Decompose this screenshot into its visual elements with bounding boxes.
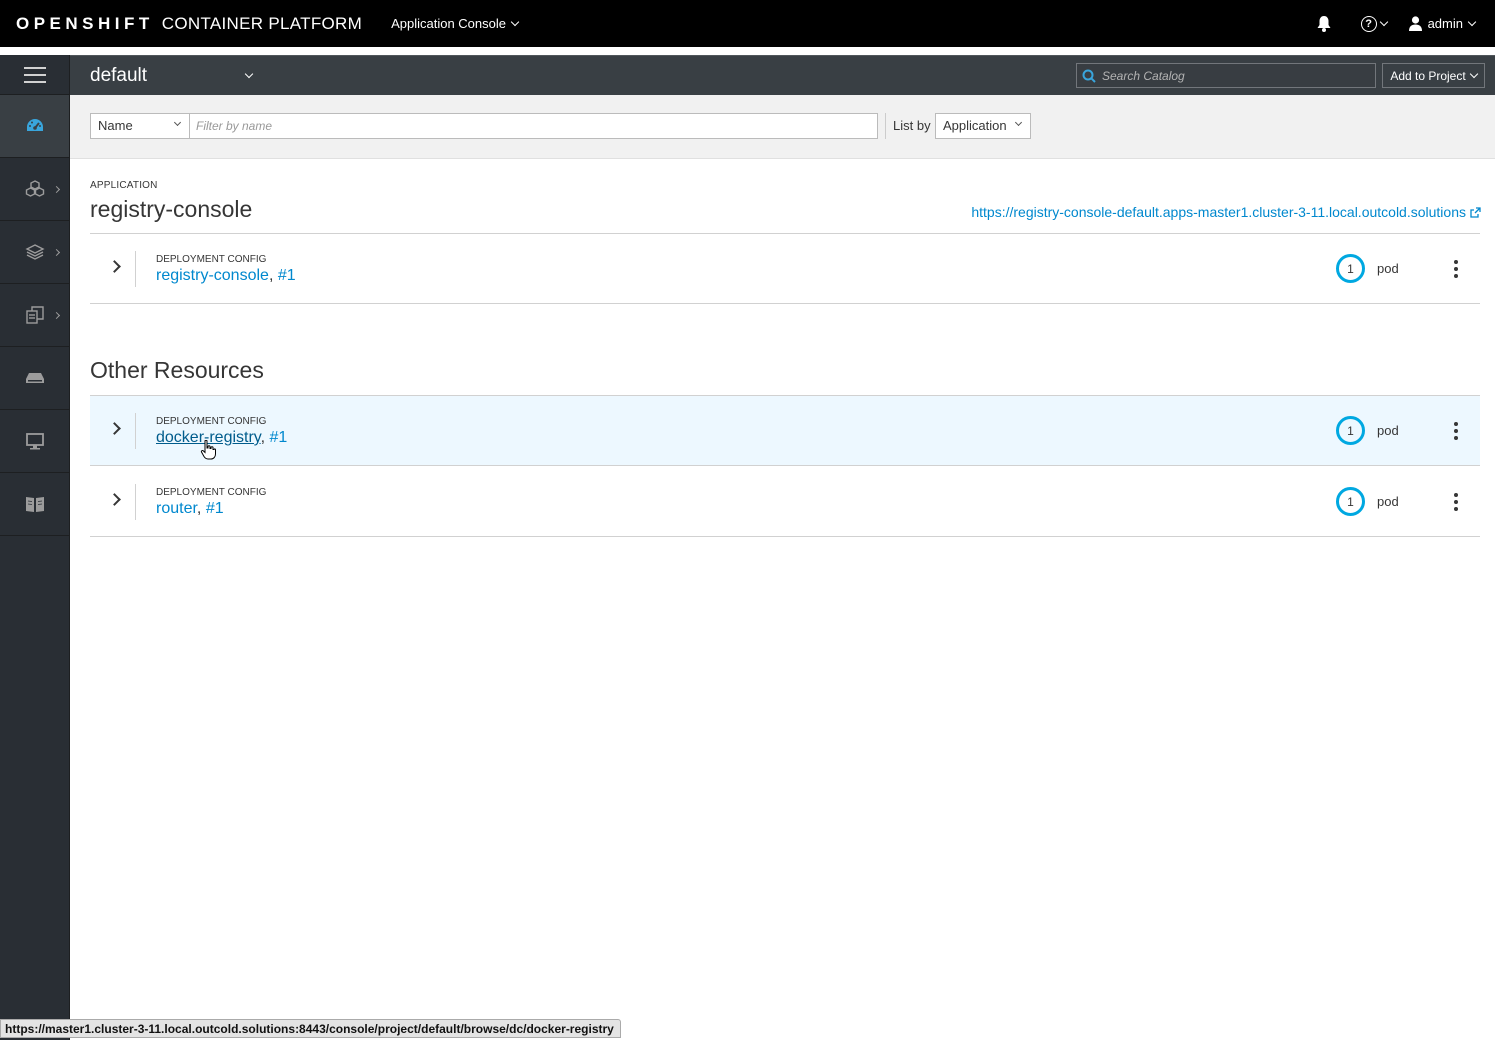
nav-item-applications[interactable] — [0, 158, 69, 221]
list-by-label: List by — [893, 118, 931, 133]
pod-count-donut[interactable]: 1 — [1336, 254, 1365, 283]
row-title: router, #1 — [156, 500, 224, 518]
storage-icon — [25, 373, 44, 383]
deployment-version-link[interactable]: #1 — [206, 500, 224, 517]
dashboard-icon — [26, 119, 43, 131]
expand-chevron-icon[interactable] — [108, 493, 121, 506]
row-divider — [135, 413, 136, 449]
row-title: docker-registry, #1 — [156, 429, 287, 447]
user-menu[interactable]: admin — [1408, 16, 1477, 31]
hand-cursor-icon — [200, 440, 216, 460]
status-bar-url: https://master1.cluster-3-11.local.outco… — [0, 1019, 621, 1038]
project-selector[interactable]: default — [70, 64, 254, 87]
title-separator: , — [268, 267, 274, 284]
context-switcher-label: Application Console — [391, 16, 506, 31]
filter-field-select[interactable]: Name — [90, 113, 190, 139]
book-icon — [25, 497, 44, 512]
application-route-link[interactable]: https://registry-console-default.apps-ma… — [971, 204, 1481, 220]
route-url: https://registry-console-default.apps-ma… — [971, 204, 1466, 220]
user-name: admin — [1427, 16, 1463, 31]
title-separator: , — [260, 429, 266, 446]
chevron-down-icon — [1469, 69, 1478, 78]
deployment-version-link[interactable]: #1 — [278, 267, 296, 284]
external-link-icon — [1470, 206, 1481, 218]
chevron-down-icon — [1467, 17, 1477, 26]
deployment-row-router[interactable]: DEPLOYMENT CONFIG router, #1 1 pod — [90, 467, 1480, 537]
chevron-down-icon — [1014, 118, 1023, 127]
cubes-icon — [25, 180, 44, 197]
bell-icon[interactable] — [1317, 15, 1331, 32]
nav-item-builds[interactable] — [0, 221, 69, 284]
kebab-menu-icon[interactable] — [1453, 260, 1459, 278]
row-divider — [135, 251, 136, 287]
filter-placeholder: Filter by name — [196, 119, 273, 133]
row-kicker: DEPLOYMENT CONFIG — [156, 487, 267, 498]
toolbar-divider — [885, 113, 886, 139]
application-kicker: APPLICATION — [90, 180, 158, 191]
search-catalog-placeholder: Search Catalog — [1102, 68, 1185, 83]
pod-count-donut[interactable]: 1 — [1336, 487, 1365, 516]
kebab-menu-icon[interactable] — [1453, 422, 1459, 440]
chevron-down-icon — [173, 118, 182, 127]
list-by-select[interactable]: Application — [935, 113, 1031, 139]
filter-toolbar: Name Filter by name List by Application — [70, 95, 1495, 159]
kebab-menu-icon[interactable] — [1453, 493, 1459, 511]
expand-chevron-icon[interactable] — [108, 422, 121, 435]
brand-bold: OPENSHIFT — [16, 13, 154, 33]
chevron-down-icon — [1379, 17, 1388, 26]
context-switcher[interactable]: Application Console — [391, 16, 520, 31]
files-icon — [25, 306, 44, 324]
pod-label: pod — [1377, 261, 1399, 276]
monitor-icon — [25, 433, 44, 450]
pod-count-donut[interactable]: 1 — [1336, 416, 1365, 445]
add-to-project-label: Add to Project — [1390, 68, 1466, 83]
row-divider — [135, 484, 136, 520]
brand-logo[interactable]: OPENSHIFT CONTAINER PLATFORM — [16, 14, 362, 34]
layers-icon — [24, 244, 45, 260]
row-kicker: DEPLOYMENT CONFIG — [156, 254, 267, 265]
deployment-row-docker-registry[interactable]: DEPLOYMENT CONFIG docker-registry, #1 1 … — [90, 396, 1480, 466]
other-resources-title: Other Resources — [90, 357, 264, 383]
chevron-down-icon — [510, 17, 520, 26]
deployment-name-link[interactable]: registry-console — [156, 267, 269, 284]
nav-item-monitoring[interactable] — [0, 410, 69, 473]
filter-by-name-input[interactable]: Filter by name — [189, 113, 878, 139]
application-name: registry-console — [90, 196, 253, 222]
brand-rest: CONTAINER PLATFORM — [161, 13, 363, 33]
help-icon: ? — [1360, 15, 1377, 32]
user-icon — [1408, 16, 1422, 31]
masthead: OPENSHIFT CONTAINER PLATFORM Application… — [0, 0, 1495, 47]
list-by-value: Application — [943, 118, 1007, 133]
row-title: registry-console, #1 — [156, 267, 296, 285]
project-bar: default Search Catalog Add to Project — [70, 55, 1495, 95]
deployment-version-link[interactable]: #1 — [270, 429, 288, 446]
search-icon — [1082, 69, 1096, 83]
row-kicker: DEPLOYMENT CONFIG — [156, 416, 267, 427]
nav-item-storage[interactable] — [0, 347, 69, 410]
filter-field-value: Name — [98, 118, 133, 133]
nav-item-resources[interactable] — [0, 284, 69, 347]
vertical-nav — [0, 55, 70, 1040]
pod-label: pod — [1377, 423, 1399, 438]
chevron-down-icon — [244, 69, 254, 78]
search-catalog-input[interactable]: Search Catalog — [1076, 63, 1376, 88]
project-name: default — [90, 64, 148, 86]
help-menu[interactable]: ? — [1360, 15, 1388, 32]
title-separator: , — [196, 500, 202, 517]
deployment-name-link[interactable]: router — [156, 500, 197, 517]
pod-label: pod — [1377, 494, 1399, 509]
add-to-project-button[interactable]: Add to Project — [1382, 63, 1485, 88]
expand-chevron-icon[interactable] — [108, 260, 121, 273]
hamburger-menu-icon[interactable] — [0, 55, 69, 95]
deployment-row-registry-console[interactable]: DEPLOYMENT CONFIG registry-console, #1 1… — [90, 234, 1480, 304]
nav-item-catalog[interactable] — [0, 473, 69, 536]
nav-item-overview[interactable] — [0, 95, 69, 158]
